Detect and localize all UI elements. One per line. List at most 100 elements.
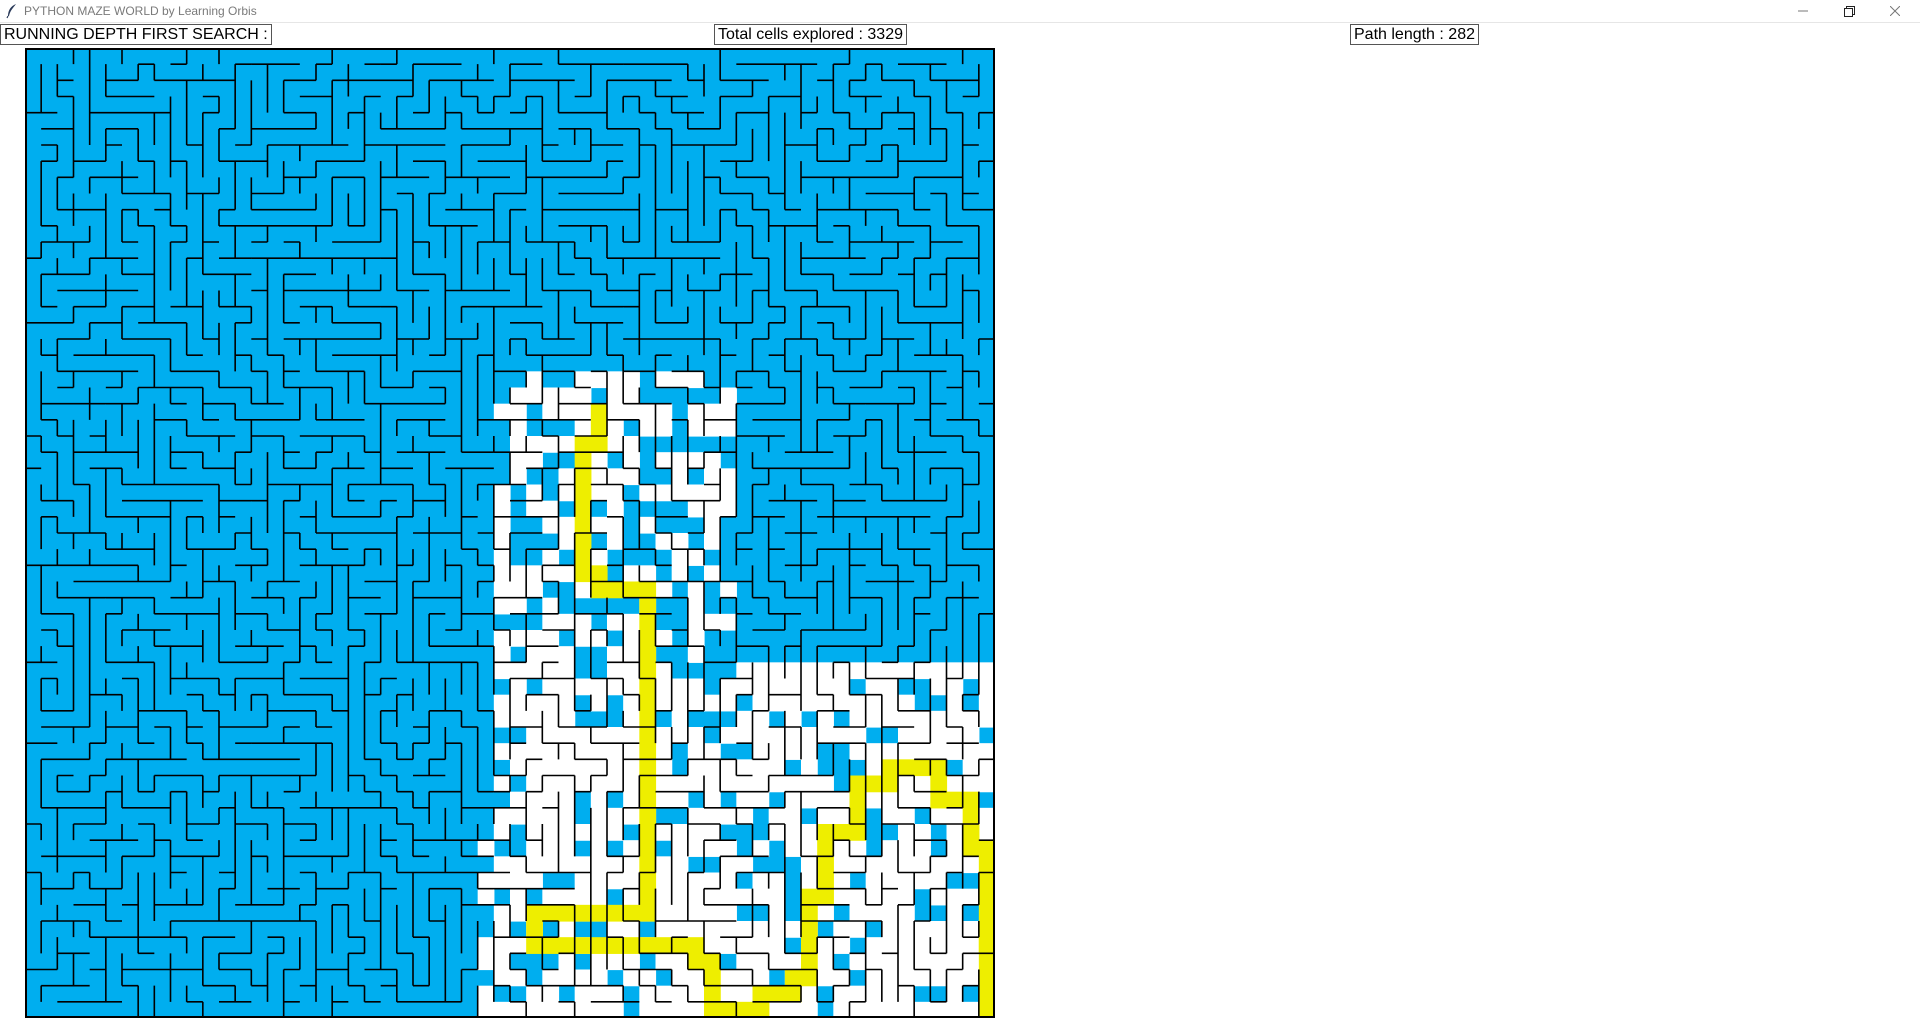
close-button[interactable]: [1872, 0, 1918, 22]
path-cell: [704, 969, 721, 987]
path-cell: [542, 937, 560, 954]
explored-cell: [526, 630, 543, 647]
explored-cell: [623, 613, 640, 631]
explored-cell: [914, 937, 931, 954]
explored-cell: [817, 791, 834, 809]
explored-cell: [687, 419, 705, 437]
explored-cell: [946, 904, 964, 922]
explored-cell: [704, 500, 721, 518]
explored-cell: [768, 904, 786, 922]
explored-cell: [542, 710, 560, 728]
explored-cell: [881, 969, 899, 987]
path-cell: [574, 468, 592, 486]
explored-cell: [590, 985, 608, 1003]
explored-cell: [671, 549, 689, 566]
explored-cell: [493, 484, 511, 502]
path-cell: [865, 775, 883, 793]
explored-cell: [898, 888, 915, 906]
title-bar[interactable]: PYTHON MAZE WORLD by Learning Orbis: [0, 0, 1920, 23]
explored-cell: [542, 678, 560, 696]
explored-cell: [607, 985, 624, 1003]
explored-cell: [623, 436, 640, 453]
path-cell: [542, 904, 560, 922]
explored-cell: [558, 710, 576, 728]
explored-cell: [881, 662, 899, 680]
explored-cell: [752, 662, 770, 680]
explored-cell: [493, 953, 511, 971]
explored-cell: [784, 953, 802, 971]
explored-cell: [687, 824, 705, 841]
explored-cell: [914, 921, 931, 938]
explored-cell: [720, 484, 737, 502]
explored-cell: [477, 937, 495, 954]
close-icon: [1890, 6, 1900, 16]
explored-cell: [687, 775, 705, 793]
explored-cell: [914, 1001, 931, 1018]
path-cell: [623, 581, 640, 599]
path-cell: [978, 904, 995, 922]
explored-cell: [590, 872, 608, 890]
explored-cell: [704, 904, 721, 922]
explored-cell: [865, 662, 883, 680]
explored-cell: [493, 516, 511, 534]
explored-cell: [962, 662, 980, 680]
explored-cell: [962, 856, 980, 874]
path-cell: [801, 888, 818, 906]
path-cell: [526, 937, 543, 954]
explored-cell: [671, 872, 689, 890]
path-cell: [639, 759, 657, 777]
path-cell: [978, 1001, 995, 1018]
path-cell: [623, 904, 640, 922]
explored-cell: [510, 969, 527, 987]
explored-cell: [849, 743, 867, 760]
path-cell: [639, 597, 657, 615]
explored-cell: [671, 904, 689, 922]
explored-cell: [784, 840, 802, 857]
explored-cell: [510, 710, 527, 728]
path-cell: [639, 743, 657, 760]
explored-cell: [865, 985, 883, 1003]
explored-cell: [558, 403, 576, 421]
explored-cell: [833, 921, 851, 938]
explored-cell: [881, 791, 899, 809]
explored-cell: [978, 743, 995, 760]
explored-cell: [849, 840, 867, 857]
path-cell: [590, 419, 608, 437]
explored-cell: [768, 759, 786, 777]
explored-cell: [801, 694, 818, 712]
minimize-button[interactable]: [1780, 0, 1826, 22]
explored-cell: [946, 953, 964, 971]
explored-cell: [946, 937, 964, 954]
explored-cell: [510, 1001, 527, 1018]
explored-cell: [865, 678, 883, 696]
explored-cell: [671, 678, 689, 696]
explored-cell: [542, 969, 560, 987]
explored-cell: [671, 452, 689, 469]
explored-cell: [607, 662, 624, 680]
explored-cell: [574, 613, 592, 631]
explored-cell: [962, 710, 980, 728]
restore-button[interactable]: [1826, 0, 1872, 22]
explored-cell: [768, 888, 786, 906]
maze-canvas[interactable]: [25, 48, 995, 1018]
explored-cell: [590, 630, 608, 647]
explored-cell: [558, 516, 576, 534]
explored-cell: [590, 727, 608, 744]
explored-cell: [914, 775, 931, 793]
explored-cell: [736, 921, 754, 938]
explored-cell: [655, 1001, 673, 1018]
explored-cell: [623, 662, 640, 680]
explored-cell: [526, 452, 543, 469]
path-cell: [704, 985, 721, 1003]
explored-cell: [849, 694, 867, 712]
explored-cell: [526, 500, 543, 518]
explored-cell: [574, 1001, 592, 1018]
path-cell: [978, 840, 995, 857]
explored-cell: [720, 387, 737, 405]
explored-cell: [962, 888, 980, 906]
explored-cell: [946, 856, 964, 874]
explored-cell: [736, 727, 754, 744]
wall-layer: [25, 48, 995, 1018]
explored-cell: [736, 791, 754, 809]
maze-grid[interactable]: [25, 48, 995, 1018]
